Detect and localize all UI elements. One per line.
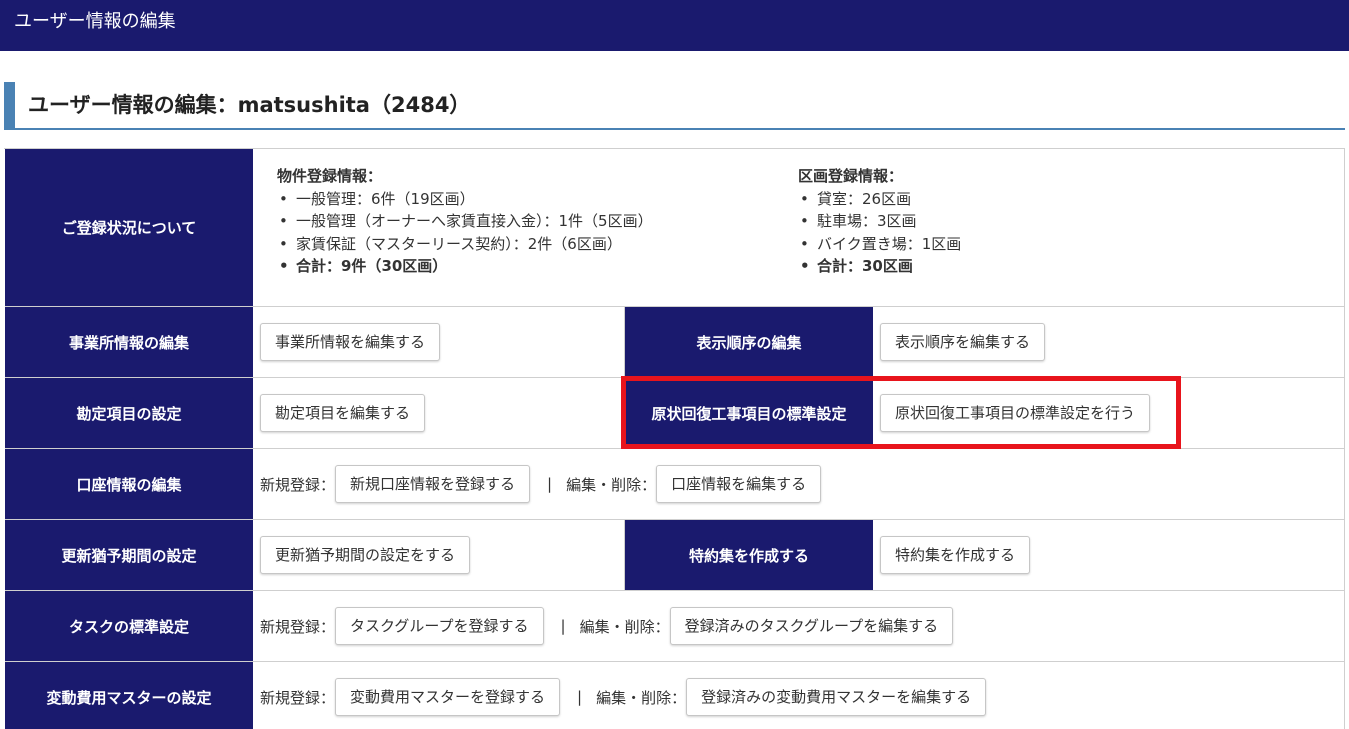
list-item: 一般管理：6件（19区画） — [277, 188, 653, 211]
edit-task-groups-button[interactable]: 登録済みのタスクグループを編集する — [669, 607, 954, 645]
list-item: 家賃保証（マスターリース契約）：2件（6区画） — [277, 233, 653, 256]
property-total: 合計：9件（30区画） — [277, 255, 653, 278]
list-item: 駐車場：3区画 — [798, 210, 961, 233]
new-registration-label: 新規登録： — [260, 475, 336, 494]
edit-account-items-button[interactable]: 勘定項目を編集する — [260, 394, 426, 432]
account-items-cell: 勘定項目を編集する — [253, 378, 625, 449]
property-info-list: 一般管理：6件（19区画） 一般管理（オーナーへ家賃直接入金）：1件（5区画） … — [269, 188, 653, 278]
bank-account-cell: 新規登録： 新規口座情報を登録する | 編集・削除： 口座情報を編集する — [253, 449, 1345, 520]
task-standard-cell: 新規登録： タスクグループを登録する | 編集・削除： 登録済みのタスクグループ… — [253, 591, 1345, 662]
display-order-cell: 表示順序を編集する — [873, 307, 1345, 378]
bank-account-label: 口座情報の編集 — [5, 449, 253, 520]
section-info-list: 貸室：26区画 駐車場：3区画 バイク置き場：1区画 合計：30区画 — [790, 188, 961, 278]
registration-info-cell: 物件登録情報： 一般管理：6件（19区画） 一般管理（オーナーへ家賃直接入金）：… — [253, 149, 1345, 307]
property-registration-info: 物件登録情報： 一般管理：6件（19区画） 一般管理（オーナーへ家賃直接入金）：… — [269, 165, 653, 278]
section-registration-info: 区画登録情報： 貸室：26区画 駐車場：3区画 バイク置き場：1区画 合計：30… — [790, 165, 961, 278]
property-info-title: 物件登録情報： — [277, 167, 383, 185]
create-special-terms-button[interactable]: 特約集を作成する — [880, 536, 1031, 574]
settings-table: ご登録状況について 物件登録情報： 一般管理：6件（19区画） 一般管理（オーナ… — [4, 148, 1345, 729]
special-terms-label: 特約集を作成する — [625, 520, 873, 591]
section-info-title: 区画登録情報： — [798, 167, 904, 185]
separator: | — [560, 617, 566, 635]
header-title: ユーザー情報の編集 — [14, 11, 176, 32]
edit-display-order-button[interactable]: 表示順序を編集する — [880, 323, 1046, 361]
new-registration-label: 新規登録： — [260, 688, 336, 707]
set-grace-period-button[interactable]: 更新猶予期間の設定をする — [260, 536, 471, 574]
restoration-standard-button[interactable]: 原状回復工事項目の標準設定を行う — [880, 394, 1151, 432]
separator: | — [547, 475, 553, 493]
section-total: 合計：30区画 — [798, 255, 961, 278]
edit-office-button[interactable]: 事業所情報を編集する — [260, 323, 441, 361]
edit-variable-cost-button[interactable]: 登録済みの変動費用マスターを編集する — [686, 678, 987, 716]
list-item: 貸室：26区画 — [798, 188, 961, 211]
edit-delete-label: 編集・削除： — [579, 617, 670, 636]
page-title: ユーザー情報の編集：matsushita（2484） — [4, 82, 1345, 130]
variable-cost-master-cell: 新規登録： 変動費用マスターを登録する | 編集・削除： 登録済みの変動費用マス… — [253, 662, 1345, 729]
list-item: バイク置き場：1区画 — [798, 233, 961, 256]
restoration-standard-cell: 原状回復工事項目の標準設定を行う — [873, 378, 1345, 449]
edit-bank-account-button[interactable]: 口座情報を編集する — [656, 465, 822, 503]
display-order-label: 表示順序の編集 — [625, 307, 873, 378]
account-items-label: 勘定項目の設定 — [5, 378, 253, 449]
list-item: 一般管理（オーナーへ家賃直接入金）：1件（5区画） — [277, 210, 653, 233]
registration-status-label: ご登録状況について — [5, 149, 253, 307]
new-registration-label: 新規登録： — [260, 617, 336, 636]
office-edit-label: 事業所情報の編集 — [5, 307, 253, 378]
register-task-group-button[interactable]: タスクグループを登録する — [335, 607, 544, 645]
register-variable-cost-button[interactable]: 変動費用マスターを登録する — [335, 678, 561, 716]
task-standard-label: タスクの標準設定 — [5, 591, 253, 662]
register-bank-account-button[interactable]: 新規口座情報を登録する — [335, 465, 531, 503]
restoration-standard-label: 原状回復工事項目の標準設定 — [625, 378, 873, 449]
edit-delete-label: 編集・削除： — [566, 475, 657, 494]
special-terms-cell: 特約集を作成する — [873, 520, 1345, 591]
top-header-bar: ユーザー情報の編集 — [0, 0, 1349, 51]
edit-delete-label: 編集・削除： — [596, 688, 687, 707]
grace-period-cell: 更新猶予期間の設定をする — [253, 520, 625, 591]
separator: | — [577, 688, 583, 706]
office-edit-cell: 事業所情報を編集する — [253, 307, 625, 378]
variable-cost-master-label: 変動費用マスターの設定 — [5, 662, 253, 729]
grace-period-label: 更新猶予期間の設定 — [5, 520, 253, 591]
